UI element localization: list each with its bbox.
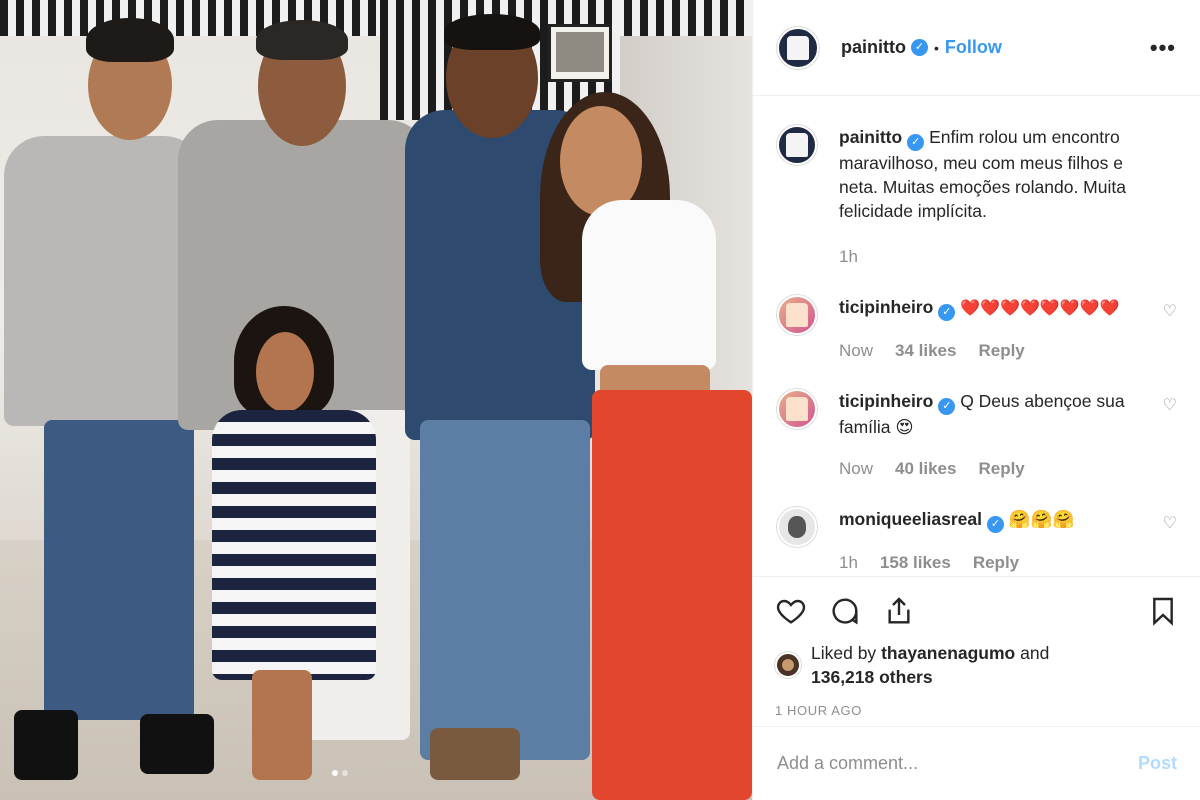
photo-person-1	[4, 136, 204, 426]
comment-icon[interactable]	[829, 595, 861, 627]
comment-username[interactable]: ticipinheiro	[839, 297, 933, 317]
liker-avatar[interactable]	[775, 652, 801, 678]
carousel-dots	[332, 770, 348, 776]
photo-child	[212, 410, 376, 680]
caption-username[interactable]: painitto	[839, 127, 902, 147]
likes-summary: Liked by thayanenagumo and 136,218 other…	[775, 641, 1179, 689]
comment-like-heart-icon[interactable]: ♡	[1163, 301, 1177, 321]
likes-count[interactable]: 136,218 others	[811, 667, 933, 687]
comment-item: ticipinheiro ✓ ❤️❤️❤️❤️❤️❤️❤️❤️ Now 34 li…	[777, 295, 1177, 363]
add-comment-bar: Post	[753, 726, 1200, 800]
verified-badge-icon: ✓	[907, 134, 925, 151]
verified-badge-icon: ✓	[938, 304, 956, 321]
caption: painitto ✓ Enfim rolou um encontro maravi…	[777, 125, 1177, 269]
commenter-avatar[interactable]	[777, 295, 817, 335]
comment-time: Now	[839, 459, 874, 478]
comment-likes[interactable]: 34 likes	[895, 339, 956, 363]
comment-item: ticipinheiro ✓ Q Deus abençoe sua família…	[777, 389, 1177, 481]
comment-like-heart-icon[interactable]: ♡	[1163, 395, 1177, 415]
photo-person-4	[582, 200, 716, 370]
post-actions: Liked by thayanenagumo and 136,218 other…	[753, 576, 1200, 718]
comment-time: 1h	[839, 553, 858, 572]
caption-time: 1h	[839, 247, 858, 266]
comments-list[interactable]: painitto ✓ Enfim rolou um encontro maravi…	[753, 97, 1200, 575]
comment-time: Now	[839, 341, 874, 360]
comment-item: moniqueeliasreal ✓ 🤗🤗🤗 1h 158 likes Reply…	[777, 507, 1177, 575]
post-comment-button[interactable]: Post	[1138, 753, 1177, 774]
author-username[interactable]: painitto	[841, 37, 906, 58]
carousel-dot	[342, 770, 348, 776]
comment-text: ❤️❤️❤️❤️❤️❤️❤️❤️	[960, 300, 1120, 317]
more-options-icon[interactable]: •••	[1150, 35, 1176, 61]
post-timestamp[interactable]: 1 HOUR AGO	[775, 703, 1179, 718]
reply-button[interactable]: Reply	[973, 551, 1019, 575]
comment-text: 🤗🤗🤗	[1008, 509, 1075, 529]
comment-input[interactable]	[777, 753, 1138, 774]
comment-username[interactable]: ticipinheiro	[839, 391, 933, 411]
author-avatar[interactable]	[777, 26, 819, 69]
reply-button[interactable]: Reply	[978, 457, 1024, 481]
comment-likes[interactable]: 158 likes	[880, 551, 951, 575]
share-icon[interactable]	[883, 595, 915, 627]
heart-icon[interactable]	[775, 595, 807, 627]
verified-badge-icon: ✓	[911, 39, 928, 56]
verified-badge-icon: ✓	[986, 516, 1004, 533]
commenter-avatar[interactable]	[777, 389, 817, 429]
post-photo[interactable]	[0, 0, 752, 800]
follow-button[interactable]: Follow	[945, 37, 1002, 58]
comment-username[interactable]: moniqueeliasreal	[839, 509, 982, 529]
separator-dot: •	[934, 39, 939, 56]
bookmark-icon[interactable]	[1147, 595, 1179, 627]
commenter-avatar[interactable]	[777, 507, 817, 547]
liker-username[interactable]: thayanenagumo	[881, 643, 1015, 663]
carousel-dot	[332, 770, 338, 776]
verified-badge-icon: ✓	[938, 398, 956, 415]
comment-likes[interactable]: 40 likes	[895, 457, 956, 481]
comment-like-heart-icon[interactable]: ♡	[1163, 513, 1177, 533]
reply-button[interactable]: Reply	[978, 339, 1024, 363]
author-avatar[interactable]	[777, 125, 817, 165]
post-header: painitto ✓ • Follow •••	[753, 0, 1200, 96]
post-side-panel: painitto ✓ • Follow ••• painitto ✓ Enfim …	[752, 0, 1200, 800]
